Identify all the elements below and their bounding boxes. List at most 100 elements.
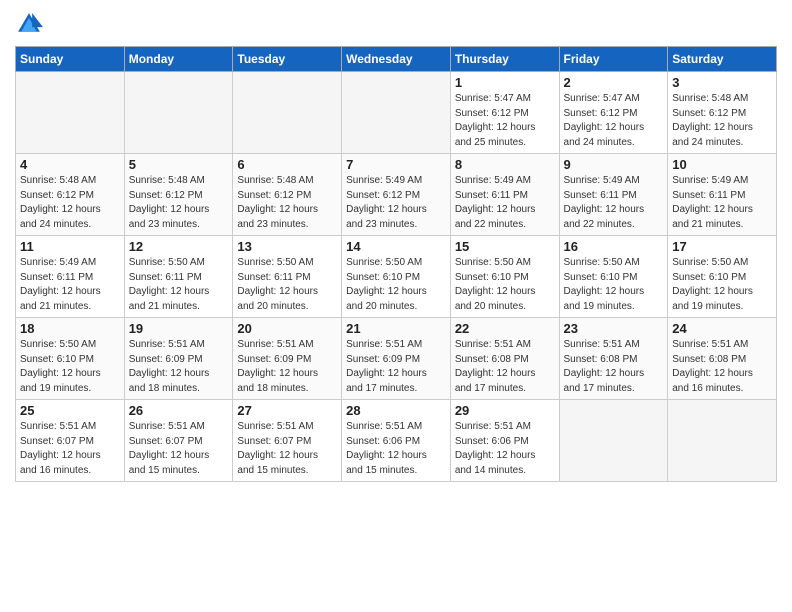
header: [15, 10, 777, 38]
col-header-thursday: Thursday: [450, 47, 559, 72]
week-row-3: 11 Sunrise: 5:49 AMSunset: 6:11 PMDayligh…: [16, 236, 777, 318]
cell-info: Sunrise: 5:49 AMSunset: 6:11 PMDaylight:…: [20, 256, 120, 314]
calendar-cell: 24Sunrise: 5:51 AMSunset: 6:08 PMDayligh…: [668, 318, 777, 400]
cell-info: Sunrise: 5:51 AMSunset: 6:08 PMDaylight:…: [455, 338, 555, 396]
day-number: 13: [237, 239, 337, 254]
calendar-cell: 17 Sunrise: 5:50 AMSunset: 6:10 PMDayligh…: [668, 236, 777, 318]
day-number: 4: [20, 157, 120, 172]
calendar-cell: 28 Sunrise: 5:51 AMSunset: 6:06 PMDayligh…: [342, 400, 451, 482]
calendar-cell: 7 Sunrise: 5:49 AMSunset: 6:12 PMDaylight…: [342, 154, 451, 236]
calendar-cell: [559, 400, 668, 482]
day-number: 28: [346, 403, 446, 418]
cell-info: Sunrise: 5:48 AMSunset: 6:12 PMDaylight:…: [672, 92, 772, 150]
calendar-cell: [233, 72, 342, 154]
cell-info: Sunrise: 5:51 AMSunset: 6:07 PMDaylight:…: [20, 420, 120, 478]
calendar-cell: 11 Sunrise: 5:49 AMSunset: 6:11 PMDayligh…: [16, 236, 125, 318]
calendar-cell: [124, 72, 233, 154]
day-number: 9: [564, 157, 664, 172]
calendar-cell: 13 Sunrise: 5:50 AMSunset: 6:11 PMDayligh…: [233, 236, 342, 318]
col-header-wednesday: Wednesday: [342, 47, 451, 72]
cell-info: Sunrise: 5:51 AMSunset: 6:06 PMDaylight:…: [455, 420, 555, 478]
calendar-cell: [16, 72, 125, 154]
calendar-cell: 20 Sunrise: 5:51 AMSunset: 6:09 PMDayligh…: [233, 318, 342, 400]
day-number: 29: [455, 403, 555, 418]
logo: [15, 10, 45, 38]
week-row-5: 25 Sunrise: 5:51 AMSunset: 6:07 PMDayligh…: [16, 400, 777, 482]
calendar-cell: 22 Sunrise: 5:51 AMSunset: 6:08 PMDayligh…: [450, 318, 559, 400]
day-number: 17: [672, 239, 772, 254]
page: SundayMondayTuesdayWednesdayThursdayFrid…: [0, 0, 792, 612]
day-number: 15: [455, 239, 555, 254]
col-header-saturday: Saturday: [668, 47, 777, 72]
week-row-2: 4 Sunrise: 5:48 AMSunset: 6:12 PMDaylight…: [16, 154, 777, 236]
cell-info: Sunrise: 5:47 AMSunset: 6:12 PMDaylight:…: [455, 92, 555, 150]
calendar-cell: 16 Sunrise: 5:50 AMSunset: 6:10 PMDayligh…: [559, 236, 668, 318]
cell-info: Sunrise: 5:51 AMSunset: 6:09 PMDaylight:…: [129, 338, 229, 396]
day-number: 25: [20, 403, 120, 418]
day-number: 19: [129, 321, 229, 336]
col-header-sunday: Sunday: [16, 47, 125, 72]
calendar-cell: 8 Sunrise: 5:49 AMSunset: 6:11 PMDaylight…: [450, 154, 559, 236]
cell-info: Sunrise: 5:48 AMSunset: 6:12 PMDaylight:…: [237, 174, 337, 232]
logo-icon: [15, 10, 43, 38]
day-number: 21: [346, 321, 446, 336]
cell-info: Sunrise: 5:49 AMSunset: 6:11 PMDaylight:…: [564, 174, 664, 232]
day-number: 2: [564, 75, 664, 90]
calendar-cell: 1 Sunrise: 5:47 AMSunset: 6:12 PMDaylight…: [450, 72, 559, 154]
day-number: 1: [455, 75, 555, 90]
calendar-cell: 26Sunrise: 5:51 AMSunset: 6:07 PMDayligh…: [124, 400, 233, 482]
calendar-cell: 10Sunrise: 5:49 AMSunset: 6:11 PMDayligh…: [668, 154, 777, 236]
cell-info: Sunrise: 5:48 AMSunset: 6:12 PMDaylight:…: [129, 174, 229, 232]
day-number: 7: [346, 157, 446, 172]
cell-info: Sunrise: 5:50 AMSunset: 6:10 PMDaylight:…: [564, 256, 664, 314]
calendar-cell: [342, 72, 451, 154]
cell-info: Sunrise: 5:51 AMSunset: 6:07 PMDaylight:…: [129, 420, 229, 478]
cell-info: Sunrise: 5:51 AMSunset: 6:06 PMDaylight:…: [346, 420, 446, 478]
calendar-header-row: SundayMondayTuesdayWednesdayThursdayFrid…: [16, 47, 777, 72]
calendar-cell: 2 Sunrise: 5:47 AMSunset: 6:12 PMDaylight…: [559, 72, 668, 154]
calendar-table: SundayMondayTuesdayWednesdayThursdayFrid…: [15, 46, 777, 482]
cell-info: Sunrise: 5:49 AMSunset: 6:11 PMDaylight:…: [672, 174, 772, 232]
cell-info: Sunrise: 5:50 AMSunset: 6:10 PMDaylight:…: [672, 256, 772, 314]
day-number: 11: [20, 239, 120, 254]
col-header-friday: Friday: [559, 47, 668, 72]
cell-info: Sunrise: 5:51 AMSunset: 6:09 PMDaylight:…: [237, 338, 337, 396]
day-number: 5: [129, 157, 229, 172]
day-number: 8: [455, 157, 555, 172]
calendar-cell: 5 Sunrise: 5:48 AMSunset: 6:12 PMDaylight…: [124, 154, 233, 236]
calendar-cell: 21Sunrise: 5:51 AMSunset: 6:09 PMDayligh…: [342, 318, 451, 400]
cell-info: Sunrise: 5:51 AMSunset: 6:08 PMDaylight:…: [672, 338, 772, 396]
cell-info: Sunrise: 5:51 AMSunset: 6:08 PMDaylight:…: [564, 338, 664, 396]
cell-info: Sunrise: 5:50 AMSunset: 6:10 PMDaylight:…: [346, 256, 446, 314]
day-number: 18: [20, 321, 120, 336]
calendar-cell: 19 Sunrise: 5:51 AMSunset: 6:09 PMDayligh…: [124, 318, 233, 400]
calendar-cell: 12Sunrise: 5:50 AMSunset: 6:11 PMDayligh…: [124, 236, 233, 318]
cell-info: Sunrise: 5:49 AMSunset: 6:11 PMDaylight:…: [455, 174, 555, 232]
calendar-cell: 3 Sunrise: 5:48 AMSunset: 6:12 PMDaylight…: [668, 72, 777, 154]
day-number: 23: [564, 321, 664, 336]
calendar-cell: 9 Sunrise: 5:49 AMSunset: 6:11 PMDaylight…: [559, 154, 668, 236]
day-number: 20: [237, 321, 337, 336]
day-number: 14: [346, 239, 446, 254]
calendar-cell: 23 Sunrise: 5:51 AMSunset: 6:08 PMDayligh…: [559, 318, 668, 400]
col-header-monday: Monday: [124, 47, 233, 72]
calendar-cell: 25 Sunrise: 5:51 AMSunset: 6:07 PMDayligh…: [16, 400, 125, 482]
day-number: 6: [237, 157, 337, 172]
calendar-cell: 15Sunrise: 5:50 AMSunset: 6:10 PMDayligh…: [450, 236, 559, 318]
cell-info: Sunrise: 5:50 AMSunset: 6:10 PMDaylight:…: [20, 338, 120, 396]
day-number: 12: [129, 239, 229, 254]
cell-info: Sunrise: 5:49 AMSunset: 6:12 PMDaylight:…: [346, 174, 446, 232]
day-number: 22: [455, 321, 555, 336]
calendar-cell: 6 Sunrise: 5:48 AMSunset: 6:12 PMDaylight…: [233, 154, 342, 236]
cell-info: Sunrise: 5:47 AMSunset: 6:12 PMDaylight:…: [564, 92, 664, 150]
day-number: 3: [672, 75, 772, 90]
calendar-cell: 4 Sunrise: 5:48 AMSunset: 6:12 PMDaylight…: [16, 154, 125, 236]
cell-info: Sunrise: 5:51 AMSunset: 6:07 PMDaylight:…: [237, 420, 337, 478]
cell-info: Sunrise: 5:48 AMSunset: 6:12 PMDaylight:…: [20, 174, 120, 232]
week-row-1: 1 Sunrise: 5:47 AMSunset: 6:12 PMDaylight…: [16, 72, 777, 154]
calendar-cell: 29 Sunrise: 5:51 AMSunset: 6:06 PMDayligh…: [450, 400, 559, 482]
day-number: 27: [237, 403, 337, 418]
calendar-cell: 14 Sunrise: 5:50 AMSunset: 6:10 PMDayligh…: [342, 236, 451, 318]
cell-info: Sunrise: 5:50 AMSunset: 6:11 PMDaylight:…: [237, 256, 337, 314]
day-number: 16: [564, 239, 664, 254]
